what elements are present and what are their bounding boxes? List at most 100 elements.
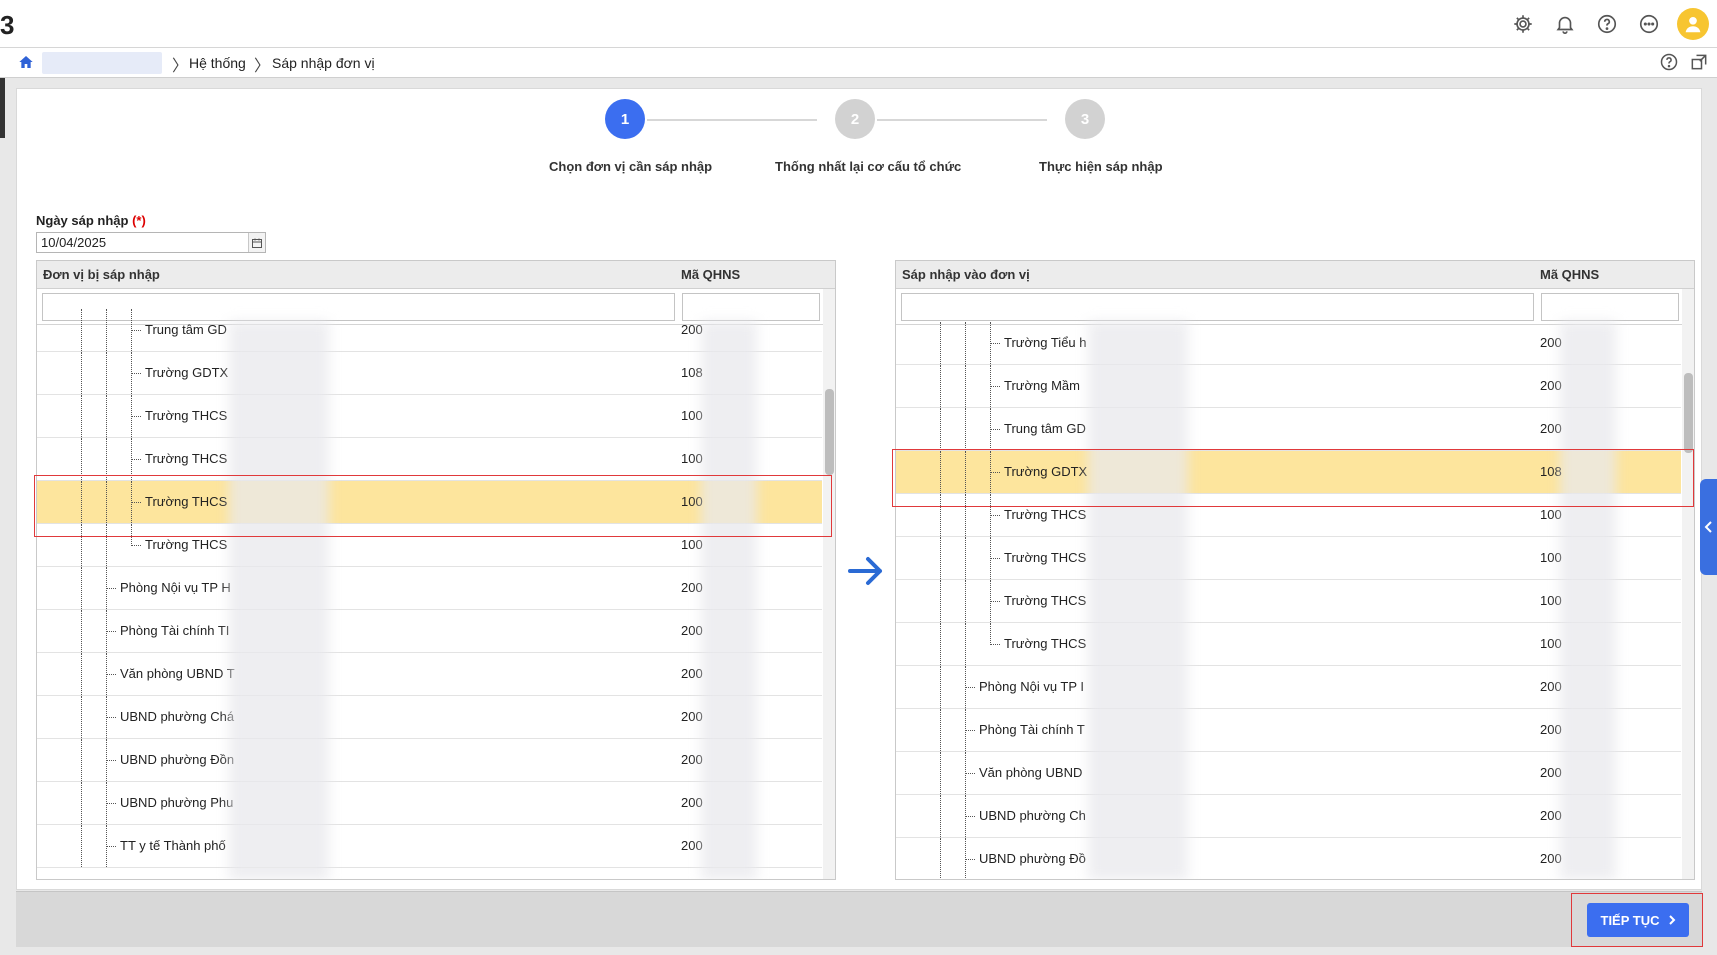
tree-connector (81, 438, 82, 480)
source-unit-name: Trường THCS (145, 537, 228, 552)
top-bar: 3 (0, 0, 1717, 48)
tree-connector (965, 816, 975, 817)
tree-connector (940, 408, 941, 450)
target-scrollbar[interactable] (1684, 373, 1693, 453)
tree-connector (131, 330, 141, 331)
help-icon[interactable] (1659, 52, 1679, 75)
tree-connector (106, 803, 116, 804)
source-scrollbar[interactable] (825, 389, 834, 475)
merge-arrow-icon (846, 554, 886, 591)
target-unit-code: 200 (1540, 765, 1562, 780)
target-unit-name: Trường Tiểu h (1004, 335, 1087, 350)
tree-connector (940, 752, 941, 794)
chevron-right-icon (1668, 915, 1675, 925)
next-button-label: TIẾP TỤC (1600, 912, 1660, 928)
tree-connector (990, 558, 1000, 559)
step-2-label: Thống nhất lại cơ cấu tổ chức (775, 159, 962, 174)
required-mark: (*) (132, 213, 146, 228)
tree-connector (81, 696, 82, 738)
tree-connector (81, 653, 82, 695)
tree-connector (81, 395, 82, 437)
tree-connector (131, 459, 141, 460)
tree-connector (106, 395, 107, 437)
tree-connector (965, 537, 966, 579)
target-unit-code: 100 (1540, 507, 1562, 522)
source-unit-code: 100 (681, 408, 703, 423)
top-icons (1509, 8, 1709, 40)
target-unit-name: Phòng Tài chính T (979, 722, 1085, 737)
calendar-icon[interactable] (248, 233, 265, 252)
source-col-name-header[interactable]: Đơn vị bị sáp nhập (43, 267, 160, 282)
tree-connector (131, 373, 141, 374)
target-selection-highlight (892, 449, 1694, 507)
source-unit-name: UBND phường Phu (120, 795, 234, 810)
source-unit-name: TT y tế Thành phố (120, 838, 226, 853)
source-grid-header: Đơn vị bị sáp nhập Mã QHNS (37, 261, 835, 289)
source-unit-name: Trung tâm GD (145, 322, 227, 337)
bell-icon[interactable] (1551, 10, 1579, 38)
tree-connector (940, 795, 941, 837)
next-button[interactable]: TIẾP TỤC (1587, 903, 1689, 937)
source-unit-code: 200 (681, 795, 703, 810)
target-unit-code: 200 (1540, 722, 1562, 737)
step-3-circle[interactable]: 3 (1065, 99, 1105, 139)
target-col-code-header[interactable]: Mã QHNS (1540, 267, 1599, 282)
popout-icon[interactable] (1689, 52, 1709, 75)
tree-connector (81, 825, 82, 867)
target-code-redaction (1560, 321, 1616, 879)
wizard-footer: TIẾP TỤC (16, 891, 1703, 947)
gear-icon[interactable] (1509, 10, 1537, 38)
source-unit-code: 100 (681, 451, 703, 466)
source-units-grid: Đơn vị bị sáp nhập Mã QHNS Trung tâm GD 2… (36, 260, 836, 880)
tree-connector (81, 782, 82, 824)
target-unit-code: 100 (1540, 636, 1562, 651)
tree-connector (106, 631, 116, 632)
tree-connector (131, 416, 141, 417)
target-unit-name: UBND phường Đồ (979, 851, 1086, 866)
tree-connector (106, 588, 116, 589)
target-unit-code: 200 (1540, 421, 1562, 436)
target-unit-name: UBND phường Ch (979, 808, 1086, 823)
tree-connector (990, 644, 1000, 645)
source-unit-name: Phòng Nội vụ TP H (120, 580, 231, 595)
target-unit-code: 100 (1540, 593, 1562, 608)
source-unit-code: 200 (681, 623, 703, 638)
app-logo[interactable]: 3 (0, 10, 14, 41)
more-icon[interactable] (1635, 10, 1663, 38)
tree-connector (990, 515, 1000, 516)
home-icon[interactable] (18, 54, 34, 73)
breadcrumb-item-system[interactable]: Hệ thống (189, 55, 246, 71)
tree-connector (106, 717, 116, 718)
help-icon[interactable] (1593, 10, 1621, 38)
step-connector (647, 119, 817, 121)
target-name-filter-input[interactable] (901, 293, 1534, 321)
tree-connector (106, 438, 107, 480)
user-icon[interactable] (1677, 8, 1709, 40)
source-unit-code: 200 (681, 709, 703, 724)
tree-connector (965, 623, 966, 665)
tree-connector (965, 687, 975, 688)
target-code-filter-input[interactable] (1541, 293, 1679, 321)
target-filter-row (896, 289, 1694, 325)
source-unit-name: Văn phòng UBND T (120, 666, 235, 681)
tree-connector (940, 623, 941, 665)
source-col-code-header[interactable]: Mã QHNS (681, 267, 740, 282)
target-unit-code: 200 (1540, 808, 1562, 823)
source-unit-code: 200 (681, 666, 703, 681)
target-unit-name: Trường THCS (1004, 636, 1087, 651)
tree-connector (990, 601, 1000, 602)
tree-connector (940, 666, 941, 708)
tree-connector (940, 537, 941, 579)
step-1-circle[interactable]: 1 (605, 99, 645, 139)
tree-connector (965, 730, 975, 731)
step-1-label: Chọn đơn vị cần sáp nhập (549, 159, 713, 174)
target-unit-name: Trường THCS (1004, 593, 1087, 608)
tree-connector (131, 545, 141, 546)
target-col-name-header[interactable]: Sáp nhập vào đơn vị (902, 267, 1030, 282)
tree-connector (940, 838, 941, 879)
tree-connector (940, 365, 941, 407)
side-panel-toggle[interactable] (1700, 479, 1717, 575)
merge-date-input[interactable]: 10/04/2025 (36, 232, 266, 253)
target-unit-name: Phòng Nội vụ TP I (979, 679, 1085, 694)
step-2-circle[interactable]: 2 (835, 99, 875, 139)
